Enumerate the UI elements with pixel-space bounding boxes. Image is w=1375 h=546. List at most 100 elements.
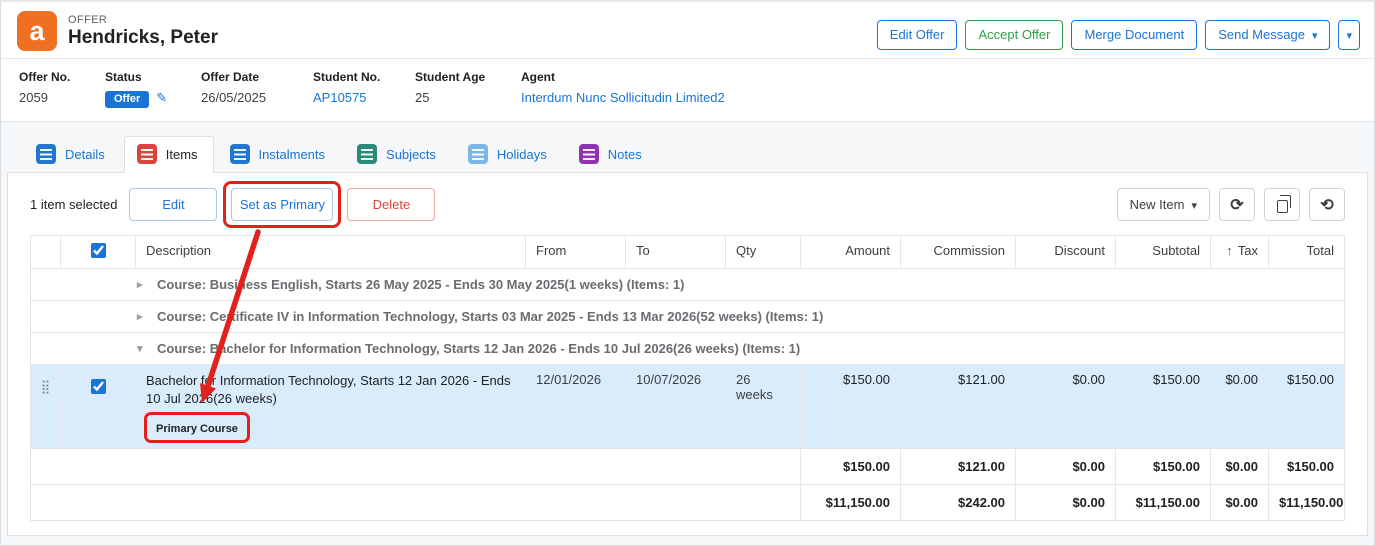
tab-details[interactable]: Details bbox=[23, 136, 121, 172]
offer-no-label: Offer No. bbox=[19, 70, 105, 84]
group-row-bachelor-it[interactable]: Course: Bachelor for Information Technol… bbox=[31, 333, 1345, 365]
offer-date-value: 26/05/2025 bbox=[201, 90, 313, 105]
grand-total-amount: $11,150.00 bbox=[801, 485, 901, 521]
column-from[interactable]: From bbox=[526, 236, 626, 269]
group-total-amount: $150.00 bbox=[801, 449, 901, 485]
grand-total-subtotal: $11,150.00 bbox=[1116, 485, 1211, 521]
holidays-icon bbox=[468, 144, 488, 164]
row-checkbox[interactable] bbox=[91, 379, 106, 394]
tab-holidays[interactable]: Holidays bbox=[455, 136, 563, 172]
item-row-bachelor-it[interactable]: Bachelor for Information Technology, Sta… bbox=[31, 365, 1345, 449]
item-discount: $0.00 bbox=[1016, 365, 1116, 449]
page-title: Hendricks, Peter bbox=[68, 27, 218, 49]
titles: OFFER Hendricks, Peter bbox=[68, 14, 218, 49]
field-student-no: Student No. AP10575 bbox=[313, 70, 415, 108]
group-total-subtotal: $150.00 bbox=[1116, 449, 1211, 485]
drag-column-header bbox=[31, 236, 61, 269]
selection-count: 1 item selected bbox=[30, 197, 117, 212]
item-description: Bachelor for Information Technology, Sta… bbox=[146, 372, 515, 407]
history-icon bbox=[1320, 195, 1333, 215]
group-row-business-english[interactable]: Course: Business English, Starts 26 May … bbox=[31, 269, 1345, 301]
item-amount: $150.00 bbox=[801, 365, 901, 449]
item-qty: 26 weeks bbox=[726, 365, 801, 449]
tab-holidays-label: Holidays bbox=[497, 147, 547, 162]
grand-total-spacer bbox=[31, 485, 801, 521]
notes-icon bbox=[579, 144, 599, 164]
student-no-label: Student No. bbox=[313, 70, 415, 84]
expand-caret-icon[interactable] bbox=[137, 278, 143, 291]
subjects-icon bbox=[357, 144, 377, 164]
merge-document-button[interactable]: Merge Document bbox=[1071, 20, 1197, 50]
edit-status-icon[interactable] bbox=[156, 90, 167, 105]
tab-subjects[interactable]: Subjects bbox=[344, 136, 452, 172]
group-row-certificate-iv[interactable]: Course: Certificate IV in Information Te… bbox=[31, 301, 1345, 333]
send-message-button[interactable]: Send Message bbox=[1205, 20, 1330, 50]
field-agent: Agent Interdum Nunc Sollicitudin Limited… bbox=[521, 70, 725, 108]
items-grid: Description From To Qty Amount Commissio… bbox=[8, 233, 1367, 531]
item-commission: $121.00 bbox=[901, 365, 1016, 449]
group-total-total: $150.00 bbox=[1269, 449, 1345, 485]
history-button[interactable] bbox=[1309, 188, 1345, 221]
instalments-icon bbox=[230, 144, 250, 164]
select-all-checkbox[interactable] bbox=[91, 243, 106, 258]
set-as-primary-button[interactable]: Set as Primary bbox=[231, 188, 333, 221]
edit-item-button[interactable]: Edit bbox=[129, 188, 217, 221]
student-no-link[interactable]: AP10575 bbox=[313, 90, 367, 105]
tab-bar: Details Items Instalments Subjects Holid… bbox=[7, 136, 1368, 172]
offer-info-bar: Offer No. 2059 Status Offer Offer Date 2… bbox=[1, 59, 1374, 122]
brand: a OFFER Hendricks, Peter bbox=[17, 11, 218, 51]
group-total-spacer bbox=[31, 449, 801, 485]
status-label: Status bbox=[105, 70, 201, 84]
group-total-tax: $0.00 bbox=[1211, 449, 1269, 485]
column-subtotal[interactable]: Subtotal bbox=[1116, 236, 1211, 269]
offer-window: a OFFER Hendricks, Peter Edit Offer Acce… bbox=[0, 0, 1375, 546]
status-badge: Offer bbox=[105, 91, 149, 108]
item-tax: $0.00 bbox=[1211, 365, 1269, 449]
field-status: Status Offer bbox=[105, 70, 201, 108]
item-to: 10/07/2026 bbox=[626, 365, 726, 449]
header: a OFFER Hendricks, Peter Edit Offer Acce… bbox=[1, 2, 1374, 59]
column-amount[interactable]: Amount bbox=[801, 236, 901, 269]
tab-items[interactable]: Items bbox=[124, 136, 214, 173]
column-to[interactable]: To bbox=[626, 236, 726, 269]
group-total-commission: $121.00 bbox=[901, 449, 1016, 485]
collapse-caret-icon[interactable] bbox=[137, 342, 143, 355]
tab-notes[interactable]: Notes bbox=[566, 136, 658, 172]
agent-label: Agent bbox=[521, 70, 725, 84]
copy-button[interactable] bbox=[1264, 188, 1300, 221]
group-total-discount: $0.00 bbox=[1016, 449, 1116, 485]
column-commission[interactable]: Commission bbox=[901, 236, 1016, 269]
grand-total-total: $11,150.00 bbox=[1269, 485, 1345, 521]
column-tax[interactable]: Tax bbox=[1211, 236, 1269, 269]
grand-total-discount: $0.00 bbox=[1016, 485, 1116, 521]
send-message-label: Send Message bbox=[1218, 27, 1317, 42]
column-description[interactable]: Description bbox=[136, 236, 526, 269]
column-discount[interactable]: Discount bbox=[1016, 236, 1116, 269]
entity-label: OFFER bbox=[68, 14, 218, 26]
offer-no-value: 2059 bbox=[19, 90, 105, 105]
column-qty[interactable]: Qty bbox=[726, 236, 801, 269]
refresh-button[interactable] bbox=[1219, 188, 1255, 221]
field-offer-date: Offer Date 26/05/2025 bbox=[201, 70, 313, 108]
student-age-label: Student Age bbox=[415, 70, 521, 84]
edit-offer-button[interactable]: Edit Offer bbox=[877, 20, 958, 50]
column-total[interactable]: Total bbox=[1269, 236, 1345, 269]
app-logo-icon: a bbox=[17, 11, 57, 51]
content-area: Details Items Instalments Subjects Holid… bbox=[1, 122, 1374, 545]
tab-items-label: Items bbox=[166, 147, 198, 162]
new-item-button[interactable]: New Item bbox=[1117, 188, 1210, 221]
items-panel: 1 item selected Edit Set as Primary Dele… bbox=[7, 172, 1368, 536]
tab-instalments-label: Instalments bbox=[259, 147, 325, 162]
drag-handle[interactable] bbox=[31, 365, 61, 449]
item-total: $150.00 bbox=[1269, 365, 1345, 449]
delete-item-button[interactable]: Delete bbox=[347, 188, 435, 221]
expand-caret-icon[interactable] bbox=[137, 310, 143, 323]
more-actions-button[interactable] bbox=[1338, 20, 1360, 50]
logo-letter: a bbox=[29, 16, 44, 47]
tab-instalments[interactable]: Instalments bbox=[217, 136, 341, 172]
group-total-row: $150.00 $121.00 $0.00 $150.00 $0.00 $150… bbox=[31, 449, 1345, 485]
copy-icon bbox=[1277, 200, 1288, 213]
accept-offer-button[interactable]: Accept Offer bbox=[965, 20, 1063, 50]
group-label: Course: Business English, Starts 26 May … bbox=[157, 277, 684, 292]
agent-link[interactable]: Interdum Nunc Sollicitudin Limited2 bbox=[521, 90, 725, 105]
